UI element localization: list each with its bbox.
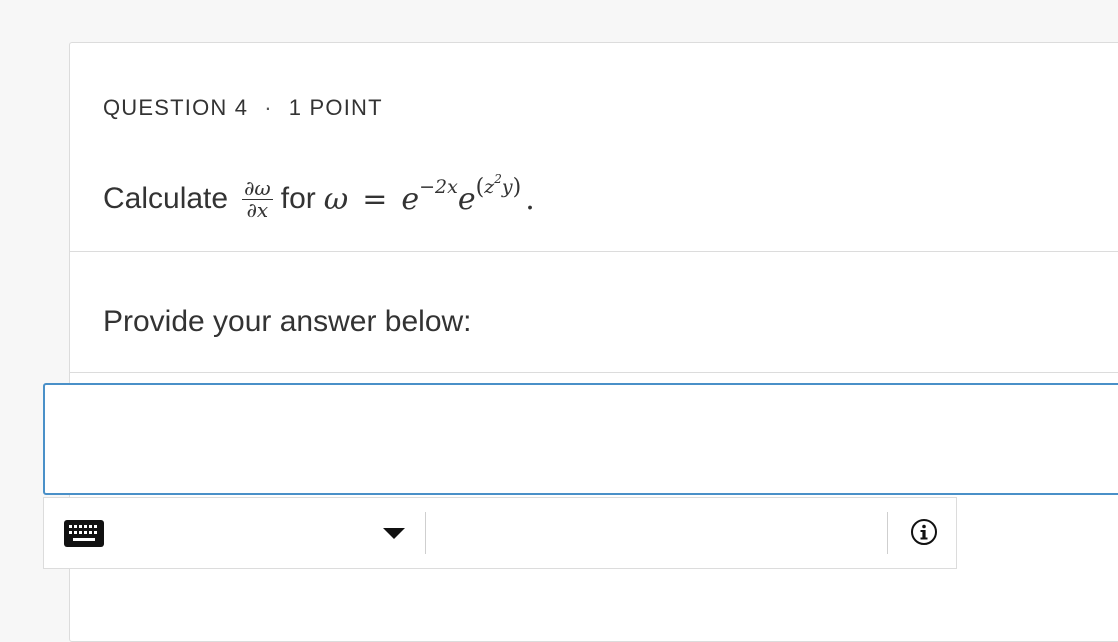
fraction-numerator: ∂ω <box>242 175 273 200</box>
chevron-down-icon[interactable] <box>382 526 406 540</box>
exp2-var-y: y <box>501 176 513 198</box>
answer-prompt-section: Provide your answer below: <box>70 251 1118 373</box>
exp2-open-paren: ( <box>475 174 485 200</box>
math-expression: ∂ω ∂x for ω = e −2x e ( z 2 y ) . <box>240 172 535 222</box>
partial-derivative-fraction: ∂ω ∂x <box>242 175 273 222</box>
question-points: 1 POINT <box>288 95 383 120</box>
question-header: QUESTION 4 · 1 POINT Calculate ∂ω ∂x for ω… <box>70 43 1118 252</box>
omega-symbol: ω <box>323 181 349 217</box>
fraction-denominator: ∂x <box>246 197 269 222</box>
for-word: for <box>280 182 316 215</box>
expression-period: . <box>525 181 535 217</box>
toolbar-divider <box>425 512 426 554</box>
exponent-1: −2x <box>419 176 458 198</box>
meta-separator: · <box>264 95 273 120</box>
base-e-2: e <box>457 181 476 217</box>
exp2-power: 2 <box>494 172 502 186</box>
prompt-prefix: Calculate <box>103 182 229 215</box>
info-icon[interactable] <box>910 518 938 546</box>
exponent-2: ( z 2 y ) <box>475 172 522 200</box>
equals-sign: = <box>362 181 388 217</box>
question-prompt: Calculate ∂ω ∂x for ω = e −2x e ( z 2 y … <box>103 169 535 229</box>
exp2-close-paren: ) <box>512 174 522 200</box>
base-e-1: e <box>401 181 420 217</box>
toolbar-divider <box>887 512 888 554</box>
answer-prompt: Provide your answer below: <box>103 305 472 338</box>
exp2-var-z: z <box>484 176 495 198</box>
math-toolbar <box>43 497 957 569</box>
question-meta: QUESTION 4 · 1 POINT <box>103 95 383 121</box>
keyboard-icon[interactable] <box>64 520 104 547</box>
answer-input[interactable] <box>43 383 1118 495</box>
question-number: QUESTION 4 <box>103 95 249 120</box>
